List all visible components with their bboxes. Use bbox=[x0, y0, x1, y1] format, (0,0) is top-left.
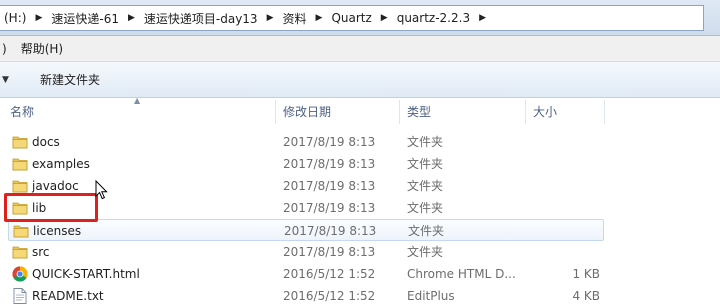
file-type: 文件夹 bbox=[407, 179, 444, 193]
file-row[interactable]: src 2017/8/19 8:13 文件夹 bbox=[0, 241, 720, 263]
breadcrumb-chevron-icon[interactable]: ▶ bbox=[374, 13, 395, 23]
file-name[interactable]: README.txt bbox=[32, 285, 104, 307]
file-modified: 2017/8/19 8:13 bbox=[283, 135, 376, 149]
file-modified: 2016/5/12 1:52 bbox=[283, 267, 376, 281]
breadcrumb-item[interactable]: 速运快递-61 bbox=[49, 10, 121, 27]
file-name[interactable]: licenses bbox=[33, 220, 81, 242]
breadcrumb-chevron-icon[interactable]: ▶ bbox=[121, 13, 142, 23]
file-modified: 2016/5/12 1:52 bbox=[283, 289, 376, 303]
column-header-name[interactable]: 名称 bbox=[10, 98, 34, 126]
file-size: 1 KB bbox=[572, 267, 600, 281]
breadcrumb-item[interactable]: 速运快递项目-day13 bbox=[142, 10, 260, 27]
annotation-highlight-box bbox=[4, 193, 98, 222]
file-type: 文件夹 bbox=[407, 157, 444, 171]
file-modified: 2017/8/19 8:13 bbox=[283, 245, 376, 259]
column-divider[interactable] bbox=[525, 100, 526, 124]
address-bar-region: (H:) ▶ 速运快递-61 ▶ 速运快递项目-day13 ▶ 资料 ▶ Qua… bbox=[0, 0, 720, 36]
breadcrumb-drive[interactable]: (H:) bbox=[2, 11, 28, 25]
file-type: EditPlus bbox=[407, 289, 455, 303]
file-row[interactable]: examples 2017/8/19 8:13 文件夹 bbox=[0, 153, 720, 175]
address-bar[interactable]: (H:) ▶ 速运快递-61 ▶ 速运快递项目-day13 ▶ 资料 ▶ Qua… bbox=[0, 5, 704, 31]
breadcrumb-item[interactable]: 资料 bbox=[281, 10, 309, 27]
file-modified: 2017/8/19 8:13 bbox=[284, 224, 377, 238]
column-headers: 名称 ▲ 修改日期 类型 大小 bbox=[0, 96, 720, 126]
file-modified: 2017/8/19 8:13 bbox=[283, 179, 376, 193]
toolbar-dropdown-arrow-icon[interactable]: ▼ bbox=[0, 75, 14, 85]
mouse-cursor-icon bbox=[95, 180, 108, 200]
file-modified: 2017/8/19 8:13 bbox=[283, 201, 376, 215]
column-header-type[interactable]: 类型 bbox=[407, 98, 431, 126]
breadcrumb-item[interactable]: Quartz bbox=[329, 11, 373, 25]
column-divider[interactable] bbox=[275, 100, 276, 124]
folder-icon bbox=[12, 180, 28, 193]
breadcrumb-chevron-icon[interactable]: ▶ bbox=[472, 13, 493, 23]
folder-icon bbox=[12, 158, 28, 171]
file-row[interactable]: README.txt 2016/5/12 1:52 EditPlus 4 KB bbox=[0, 285, 720, 307]
file-type: 文件夹 bbox=[408, 224, 445, 238]
folder-icon bbox=[12, 136, 28, 149]
file-name[interactable]: src bbox=[32, 241, 50, 263]
file-row[interactable]: QUICK-START.html 2016/5/12 1:52 Chrome H… bbox=[0, 263, 720, 285]
file-name[interactable]: docs bbox=[32, 131, 60, 153]
column-header-modified[interactable]: 修改日期 bbox=[283, 98, 331, 126]
breadcrumb-chevron-icon[interactable]: ▶ bbox=[309, 13, 330, 23]
file-row-hovered[interactable]: licenses 2017/8/19 8:13 文件夹 bbox=[8, 219, 604, 241]
column-header-size[interactable]: 大小 bbox=[533, 98, 557, 126]
menu-item-partial[interactable]: ) bbox=[0, 42, 7, 56]
menu-bar: ) 帮助(H) bbox=[0, 36, 720, 62]
file-type: 文件夹 bbox=[407, 135, 444, 149]
file-type: 文件夹 bbox=[407, 245, 444, 259]
new-folder-button[interactable]: 新建文件夹 bbox=[14, 71, 100, 88]
file-type: 文件夹 bbox=[407, 201, 444, 215]
menu-item-help[interactable]: 帮助(H) bbox=[7, 40, 63, 57]
file-type: Chrome HTML D... bbox=[407, 267, 516, 281]
folder-icon bbox=[12, 246, 28, 259]
file-size: 4 KB bbox=[572, 289, 600, 303]
breadcrumb-chevron-icon[interactable]: ▶ bbox=[28, 13, 49, 23]
breadcrumb-current[interactable]: quartz-2.2.3 bbox=[395, 11, 472, 25]
sort-ascending-icon: ▲ bbox=[134, 96, 141, 105]
file-modified: 2017/8/19 8:13 bbox=[283, 157, 376, 171]
column-divider[interactable] bbox=[604, 100, 605, 124]
chrome-icon bbox=[12, 266, 28, 282]
text-file-icon bbox=[13, 288, 27, 304]
folder-icon bbox=[13, 225, 29, 238]
file-name[interactable]: QUICK-START.html bbox=[32, 263, 140, 285]
command-toolbar: ▼ 新建文件夹 bbox=[0, 62, 720, 98]
file-row[interactable]: docs 2017/8/19 8:13 文件夹 bbox=[0, 131, 720, 153]
column-divider[interactable] bbox=[399, 100, 400, 124]
file-name[interactable]: examples bbox=[32, 153, 90, 175]
breadcrumb-chevron-icon[interactable]: ▶ bbox=[260, 13, 281, 23]
